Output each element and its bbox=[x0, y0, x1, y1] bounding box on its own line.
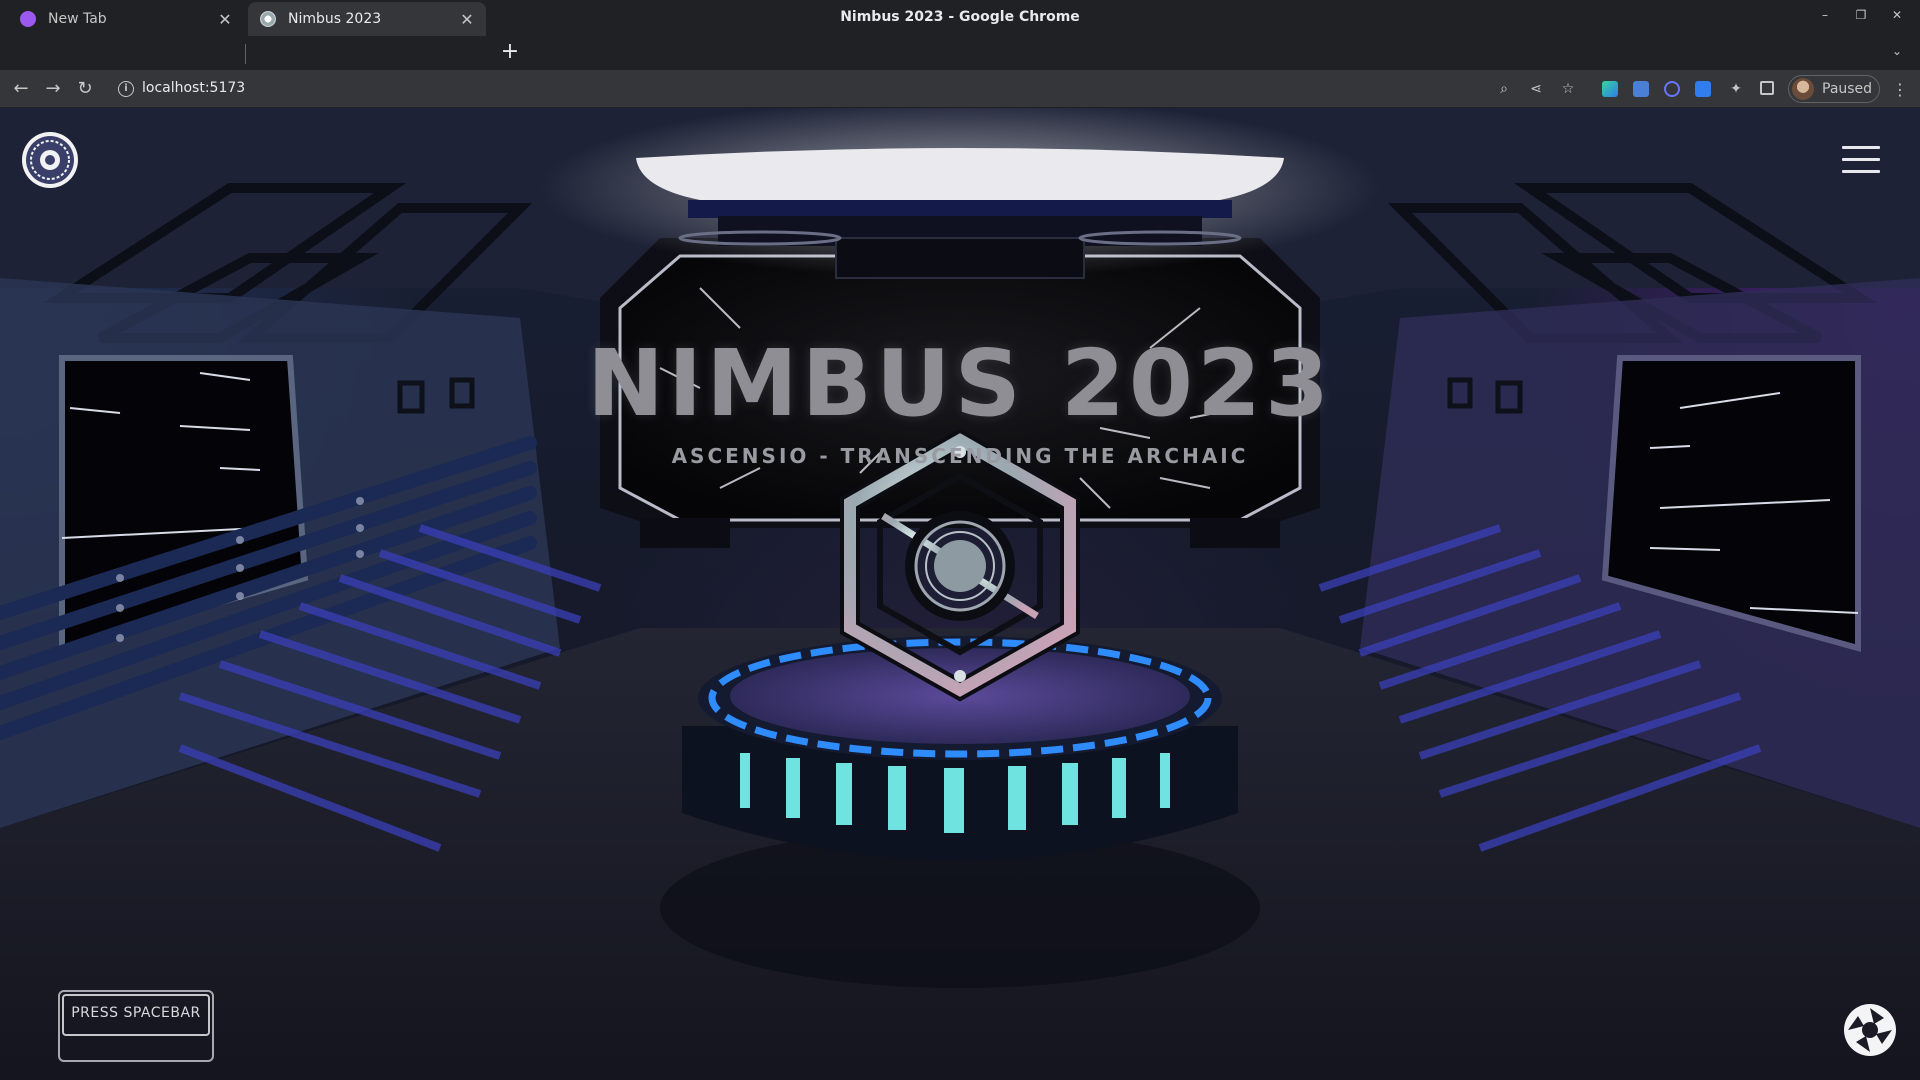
zoom-icon[interactable]: ⌕ bbox=[1496, 81, 1512, 97]
press-spacebar-button[interactable]: PRESS SPACEBAR bbox=[58, 990, 214, 1062]
tab-nimbus-2023[interactable]: Nimbus 2023 ✕ bbox=[248, 2, 486, 36]
extension-pen-icon[interactable] bbox=[1602, 81, 1618, 97]
extension-circle-icon[interactable] bbox=[1664, 81, 1680, 97]
profile-status: Paused bbox=[1822, 81, 1873, 97]
spacebar-label: PRESS SPACEBAR bbox=[71, 1005, 201, 1021]
browser-toolbar: ← → ↻ i localhost:5173 ⌕ ⋖ ☆ ✦ Paused ⋮ bbox=[0, 70, 1920, 108]
back-icon[interactable]: ← bbox=[8, 76, 34, 102]
profile-button[interactable]: Paused bbox=[1788, 75, 1880, 103]
lamp-mount-band bbox=[688, 200, 1232, 218]
hero-title: NIMBUS 2023 bbox=[587, 330, 1333, 437]
tab-label: New Tab bbox=[48, 11, 107, 27]
tab-search-chevron-icon[interactable]: ⌄ bbox=[1892, 44, 1902, 58]
lamp-housing bbox=[835, 237, 1085, 279]
reload-icon[interactable]: ↻ bbox=[72, 76, 98, 102]
minimize-button[interactable]: – bbox=[1816, 8, 1834, 22]
portal-base-right bbox=[1190, 518, 1280, 548]
tab-new-tab[interactable]: New Tab ✕ bbox=[8, 2, 244, 36]
forward-icon[interactable]: → bbox=[40, 76, 66, 102]
extension-translate-icon[interactable] bbox=[1633, 81, 1649, 97]
bookmark-star-icon[interactable]: ☆ bbox=[1560, 81, 1576, 97]
spaceship-corridor-scene bbox=[0, 108, 1920, 1080]
close-window-button[interactable]: ✕ bbox=[1888, 8, 1906, 22]
new-tab-button[interactable]: + bbox=[498, 40, 522, 64]
extension-j-icon[interactable] bbox=[1695, 81, 1711, 97]
close-tab-icon[interactable]: ✕ bbox=[458, 10, 476, 29]
aperture-icon[interactable] bbox=[1840, 1000, 1900, 1060]
menu-icon[interactable]: ⋮ bbox=[1892, 80, 1908, 99]
ceiling-lamp bbox=[636, 148, 1284, 200]
page-viewport: NIMBUS 2023 ASCENSIO - TRANSCENDING THE … bbox=[0, 108, 1920, 1080]
side-panel-icon[interactable] bbox=[1760, 81, 1774, 95]
nimbus-logo-icon[interactable] bbox=[20, 130, 80, 190]
hero-subtitle: ASCENSIO - TRANSCENDING THE ARCHAIC bbox=[671, 444, 1249, 468]
nimbus-favicon-icon bbox=[260, 11, 276, 27]
new-tab-favicon-icon bbox=[20, 11, 36, 27]
avatar bbox=[1792, 78, 1814, 100]
tab-label: Nimbus 2023 bbox=[288, 11, 382, 27]
site-info-icon[interactable]: i bbox=[118, 81, 134, 97]
share-icon[interactable]: ⋖ bbox=[1528, 81, 1544, 97]
tab-separator bbox=[245, 44, 246, 64]
extensions-icon[interactable]: ✦ bbox=[1728, 81, 1744, 97]
tab-strip bbox=[0, 34, 1920, 70]
portal-base-left bbox=[640, 518, 730, 548]
restore-button[interactable]: ❐ bbox=[1852, 8, 1870, 22]
address-bar[interactable]: i localhost:5173 bbox=[110, 74, 1770, 104]
hamburger-menu-icon[interactable] bbox=[1842, 146, 1880, 174]
address-url[interactable]: localhost:5173 bbox=[142, 80, 245, 96]
hexagon-emblem bbox=[840, 428, 1080, 702]
close-tab-icon[interactable]: ✕ bbox=[216, 10, 234, 29]
